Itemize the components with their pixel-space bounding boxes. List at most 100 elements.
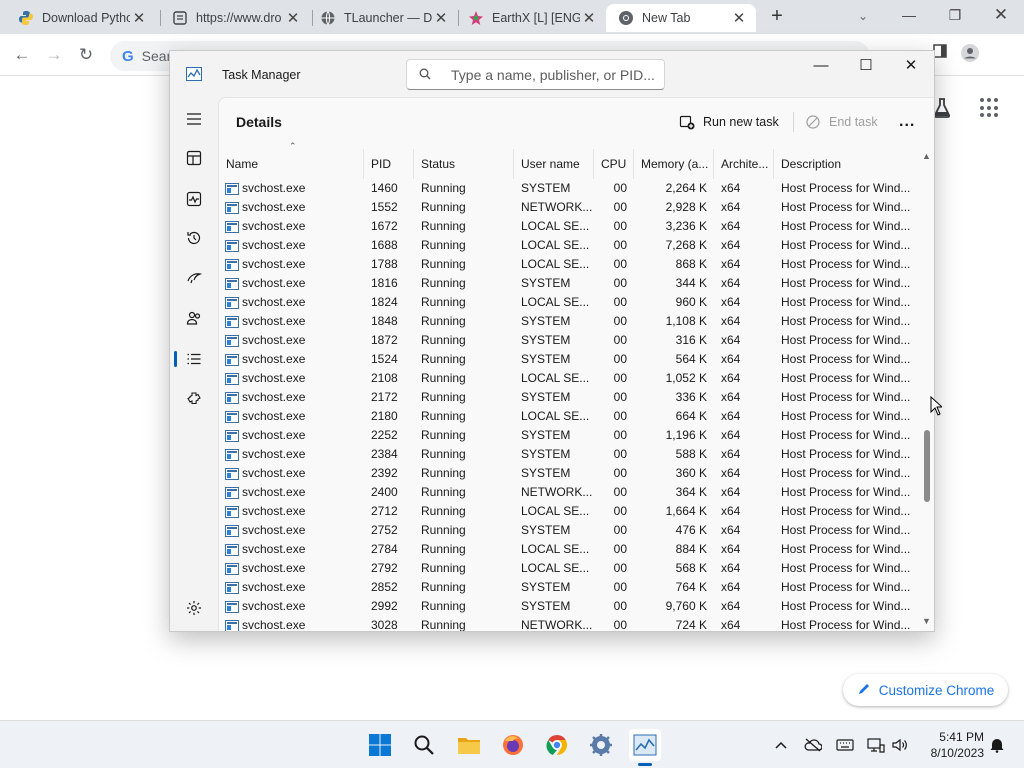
globe-icon (320, 10, 336, 26)
maximize-icon[interactable]: ☐ (843, 53, 889, 83)
search-input[interactable]: Type a name, publisher, or PID... (406, 59, 665, 90)
tab-title: Download Pytho (42, 11, 130, 25)
table-row[interactable]: svchost.exe 1524 Running SYSTEM 00 564 K x64 Ho… (219, 350, 919, 369)
forward-icon[interactable]: → (42, 43, 66, 67)
keyboard-icon[interactable] (835, 735, 855, 755)
network-icon[interactable] (866, 735, 886, 755)
notifications-icon[interactable] (987, 735, 1007, 755)
table-row[interactable]: svchost.exe 2252 Running SYSTEM 00 1,196 K x64… (219, 426, 919, 445)
process-name-cell: svchost.exe (219, 388, 364, 407)
windows-start-icon[interactable] (364, 729, 396, 761)
vertical-scrollbar[interactable]: ▲ ▼ (920, 149, 934, 631)
minimize-icon[interactable]: — (886, 0, 932, 32)
close-icon[interactable]: ✕ (978, 0, 1024, 32)
status-cell: Running (421, 352, 466, 366)
back-icon[interactable]: ← (10, 43, 34, 67)
firefox-icon[interactable] (497, 729, 529, 761)
end-task-icon (805, 114, 821, 130)
table-row[interactable]: svchost.exe 2400 Running NETWORK... 00 364 K x… (219, 483, 919, 502)
tab-tlauncher[interactable]: TLauncher — D ✕ (308, 4, 458, 32)
tab-url[interactable]: https://www.dro ✕ (160, 4, 310, 32)
settings-icon[interactable] (180, 594, 208, 622)
scroll-up-icon[interactable]: ▲ (922, 151, 931, 161)
col-status-header[interactable]: Status (414, 149, 514, 179)
profile-avatar[interactable] (958, 43, 982, 67)
details-icon[interactable] (180, 345, 208, 373)
scrollbar-thumb[interactable] (924, 430, 930, 502)
table-row[interactable]: svchost.exe 1824 Running LOCAL SE... 00 960 K… (219, 293, 919, 312)
tab-earthx[interactable]: EarthX [L] [ENG ✕ (456, 4, 606, 32)
process-name-text: svchost.exe (242, 523, 306, 537)
table-row[interactable]: svchost.exe 2384 Running SYSTEM 00 588 K x64 Ho… (219, 445, 919, 464)
volume-icon[interactable] (890, 735, 910, 755)
table-row[interactable]: svchost.exe 2392 Running SYSTEM 00 360 K x64 Ho… (219, 464, 919, 483)
restore-icon[interactable]: ❐ (932, 0, 978, 32)
file-explorer-icon[interactable] (453, 729, 485, 761)
table-row[interactable]: svchost.exe 1872 Running SYSTEM 00 316 K x64 Ho… (219, 331, 919, 350)
chrome-icon[interactable] (541, 729, 573, 761)
table-row[interactable]: svchost.exe 1848 Running SYSTEM 00 1,108 K x64… (219, 312, 919, 331)
minimize-icon[interactable]: — (798, 53, 844, 83)
tab-new-tab[interactable]: New Tab ✕ (606, 4, 756, 32)
startup-apps-icon[interactable] (180, 264, 208, 292)
col-memory-header[interactable]: Memory (a... (634, 149, 714, 179)
table-row[interactable]: svchost.exe 2712 Running LOCAL SE... 00 1,664… (219, 502, 919, 521)
customize-chrome-button[interactable]: Customize Chrome (843, 674, 1008, 706)
table-row[interactable]: svchost.exe 1460 Running SYSTEM 00 2,264 K x64… (219, 179, 919, 198)
end-task-button[interactable]: End task (805, 109, 878, 135)
tab-download-python[interactable]: Download Pytho ✕ (6, 4, 156, 32)
table-row[interactable]: svchost.exe 1688 Running LOCAL SE... 00 7,268… (219, 236, 919, 255)
close-tab-icon[interactable]: ✕ (432, 9, 450, 27)
table-row[interactable]: svchost.exe 3028 Running NETWORK... 00 724 K x… (219, 616, 919, 631)
col-cpu-header[interactable]: CPU (594, 149, 634, 179)
scroll-down-icon[interactable]: ▼ (922, 616, 931, 626)
task-manager-titlebar[interactable]: Task Manager Type a name, publisher, or … (170, 51, 934, 97)
processes-icon[interactable] (180, 144, 208, 172)
process-icon (225, 239, 239, 252)
table-row[interactable]: svchost.exe 2172 Running SYSTEM 00 336 K x64 Ho… (219, 388, 919, 407)
table-row[interactable]: svchost.exe 1788 Running LOCAL SE... 00 868 K… (219, 255, 919, 274)
close-icon[interactable]: ✕ (888, 53, 934, 83)
performance-icon[interactable] (180, 185, 208, 213)
new-tab-button[interactable]: + (766, 6, 788, 28)
run-new-task-button[interactable]: Run new task (679, 109, 779, 135)
process-icon (225, 220, 239, 233)
taskbar-clock[interactable]: 5:41 PM 8/10/2023 (922, 729, 984, 761)
table-row[interactable]: svchost.exe 2180 Running LOCAL SE... 00 664 K… (219, 407, 919, 426)
close-tab-icon[interactable]: ✕ (730, 9, 748, 27)
google-apps-icon[interactable] (980, 98, 1000, 118)
memory-cell: 588 K (675, 447, 707, 461)
users-icon[interactable] (180, 304, 208, 332)
close-tab-icon[interactable]: ✕ (580, 9, 598, 27)
table-row[interactable]: svchost.exe 2784 Running LOCAL SE... 00 884 K… (219, 540, 919, 559)
col-user-header[interactable]: User name (514, 149, 594, 179)
search-icon[interactable] (408, 729, 440, 761)
table-row[interactable]: svchost.exe 2992 Running SYSTEM 00 9,760 K x64… (219, 597, 919, 616)
status-cell: Running (421, 276, 466, 290)
reload-icon[interactable]: ↻ (74, 43, 98, 67)
table-row[interactable]: svchost.exe 1552 Running NETWORK... 00 2,928 … (219, 198, 919, 217)
close-tab-icon[interactable]: ✕ (284, 9, 302, 27)
chevron-up-icon[interactable] (771, 735, 791, 755)
more-options-button[interactable]: ... (899, 109, 915, 135)
onedrive-icon[interactable] (803, 735, 823, 755)
table-row[interactable]: svchost.exe 1816 Running SYSTEM 00 344 K x64 Ho… (219, 274, 919, 293)
col-description-header[interactable]: Description (774, 149, 919, 179)
table-row[interactable]: svchost.exe 2852 Running SYSTEM 00 764 K x64 Ho… (219, 578, 919, 597)
col-pid-header[interactable]: PID (364, 149, 414, 179)
status-cell: Running (421, 561, 466, 575)
table-row[interactable]: svchost.exe 2108 Running LOCAL SE... 00 1,052… (219, 369, 919, 388)
services-icon[interactable] (180, 385, 208, 413)
col-name-header[interactable]: Name (219, 149, 364, 179)
task-manager-taskbar-icon[interactable] (629, 729, 661, 761)
col-arch-header[interactable]: Archite... (714, 149, 774, 179)
table-row[interactable]: svchost.exe 1672 Running LOCAL SE... 00 3,236… (219, 217, 919, 236)
table-row[interactable]: svchost.exe 2752 Running SYSTEM 00 476 K x64 Ho… (219, 521, 919, 540)
table-row[interactable]: svchost.exe 2792 Running LOCAL SE... 00 568 K… (219, 559, 919, 578)
hamburger-menu-icon[interactable] (180, 105, 208, 133)
close-tab-icon[interactable]: ✕ (130, 9, 148, 27)
settings-gear-icon[interactable] (585, 729, 617, 761)
tab-search-icon[interactable]: ⌄ (852, 5, 874, 27)
app-history-icon[interactable] (180, 224, 208, 252)
process-name-text: svchost.exe (242, 352, 306, 366)
